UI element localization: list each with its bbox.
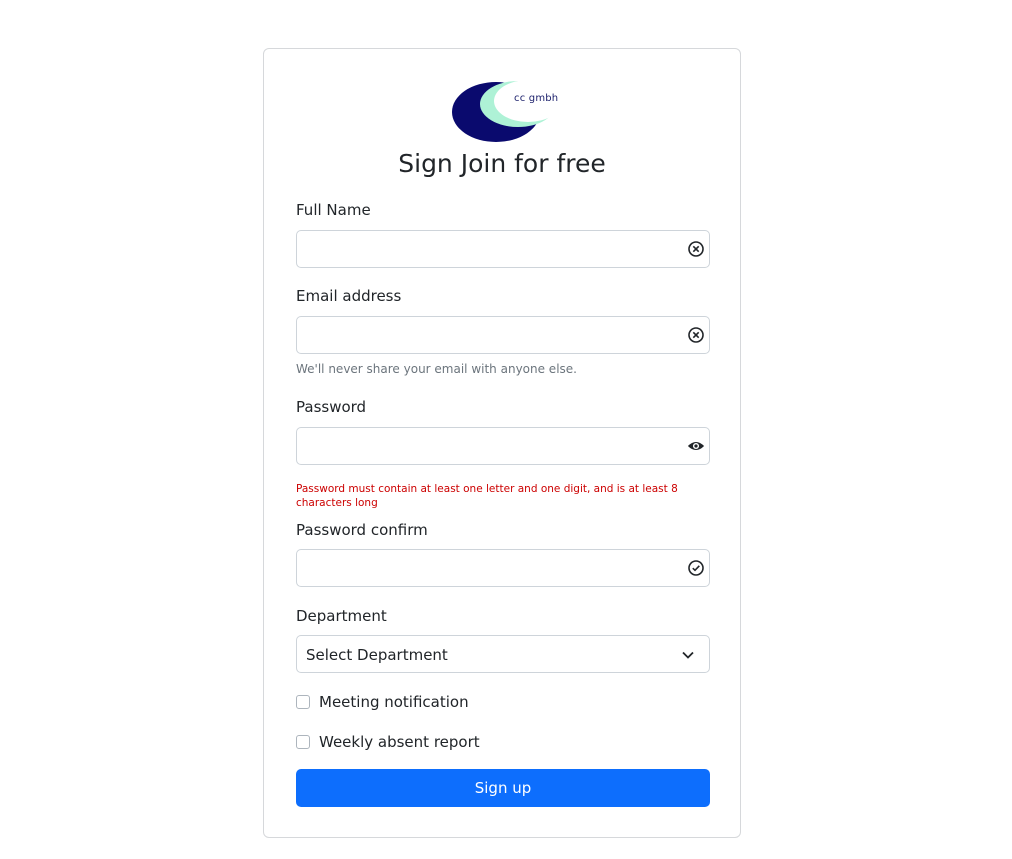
email-input[interactable] bbox=[296, 316, 710, 354]
logo-text: cc gmbh bbox=[514, 93, 559, 104]
weekly-absent-report-label: Weekly absent report bbox=[319, 733, 480, 751]
full-name-label: Full Name bbox=[296, 201, 371, 219]
password-input[interactable] bbox=[296, 427, 710, 465]
password-confirm-input[interactable] bbox=[296, 549, 710, 587]
email-label: Email address bbox=[296, 287, 402, 305]
department-select[interactable]: Select Department bbox=[296, 635, 710, 673]
department-label: Department bbox=[296, 607, 387, 625]
eye-icon[interactable] bbox=[687, 437, 705, 455]
company-logo: cc gmbh bbox=[452, 79, 562, 143]
weekly-absent-report-checkbox[interactable] bbox=[296, 735, 310, 749]
logo-crescent-icon bbox=[452, 80, 562, 142]
password-label: Password bbox=[296, 398, 367, 416]
clear-circle-icon[interactable] bbox=[687, 240, 705, 258]
page-title: Sign Join for free bbox=[398, 149, 606, 178]
meeting-notification-row[interactable]: Meeting notification bbox=[296, 692, 469, 712]
full-name-input[interactable] bbox=[296, 230, 710, 268]
sign-up-button[interactable]: Sign up bbox=[296, 769, 710, 807]
meeting-notification-label: Meeting notification bbox=[319, 693, 469, 711]
signup-card: cc gmbh Sign Join for free Full Name Ema… bbox=[263, 48, 741, 838]
chevron-down-icon bbox=[682, 651, 694, 659]
weekly-absent-report-row[interactable]: Weekly absent report bbox=[296, 732, 480, 752]
meeting-notification-checkbox[interactable] bbox=[296, 695, 310, 709]
check-circle-icon bbox=[687, 559, 705, 577]
password-confirm-label: Password confirm bbox=[296, 521, 428, 539]
clear-circle-icon[interactable] bbox=[687, 326, 705, 344]
department-selected-value: Select Department bbox=[306, 646, 448, 664]
password-error-text: Password must contain at least one lette… bbox=[296, 483, 678, 509]
email-help-text: We'll never share your email with anyone… bbox=[296, 362, 577, 376]
